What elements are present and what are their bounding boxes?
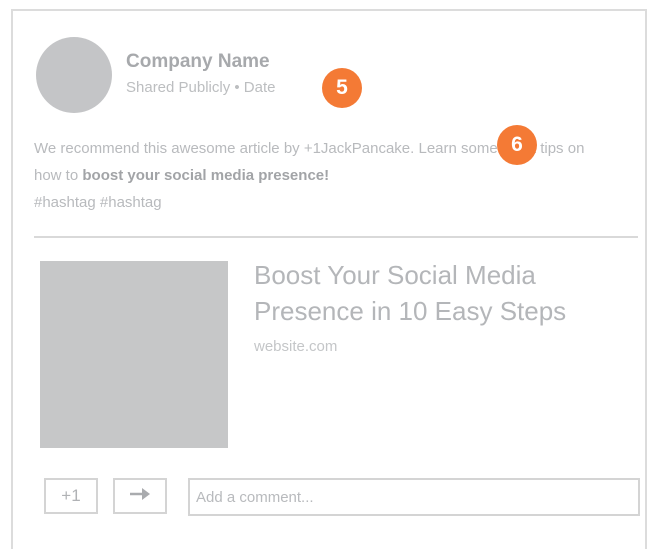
annotation-badge-5: 5 (322, 68, 362, 108)
share-button[interactable] (113, 478, 167, 514)
annotation-badge-6: 6 (497, 125, 537, 165)
article-site[interactable]: website.com (254, 338, 337, 356)
article-title[interactable]: Boost Your Social Media Presence in 10 E… (254, 257, 624, 329)
post-meta: Shared Publicly • Date (126, 79, 276, 96)
company-name[interactable]: Company Name (126, 51, 270, 73)
arrow-right-icon (129, 486, 151, 506)
article-thumbnail[interactable] (40, 261, 228, 448)
divider (34, 236, 638, 238)
plus-one-button[interactable]: +1 (44, 478, 98, 514)
post-hashtags[interactable]: #hashtag #hashtag (34, 194, 162, 211)
comment-input[interactable] (188, 478, 640, 516)
post-text-bold: boost your social media presence! (82, 167, 330, 184)
company-avatar[interactable] (36, 37, 112, 113)
